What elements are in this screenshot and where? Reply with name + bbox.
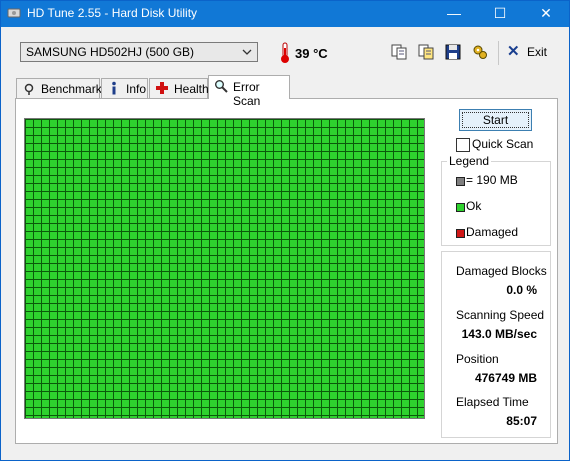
tab-health-label: Health [174,82,209,96]
damaged-blocks-label: Damaged Blocks [456,264,547,278]
legend-block-size: = 190 MB [466,173,518,187]
app-icon [7,8,21,18]
scanning-speed-value: 143.0 MB/sec [461,327,537,341]
stats-box [441,251,551,438]
health-icon [156,82,168,94]
tab-benchmark[interactable]: Benchmark [16,78,102,98]
scan-block-grid [24,118,425,419]
start-button[interactable]: Start [459,109,532,131]
elapsed-time-value: 85:07 [506,414,537,428]
maximize-button[interactable]: ☐ [477,1,523,27]
benchmark-icon [24,83,34,95]
legend-damaged-swatch [456,229,465,238]
scanning-speed-label: Scanning Speed [456,308,545,322]
minimize-button[interactable]: — [431,1,477,27]
copy-all-icon[interactable] [417,43,435,61]
legend-ok-label: Ok [466,199,482,213]
legend-ok-swatch [456,203,465,212]
tab-error-scan-label: Error Scan [233,80,261,108]
error-scan-icon [215,80,228,93]
options-icon[interactable] [471,43,489,61]
tab-benchmark-label: Benchmark [41,82,102,96]
position-label: Position [456,352,499,366]
thermometer-icon [281,42,289,63]
elapsed-time-label: Elapsed Time [456,395,529,409]
copy-icon[interactable] [390,43,408,61]
drive-select-value: SAMSUNG HD502HJ (500 GB) [26,45,195,59]
legend-damaged-label: Damaged [466,225,519,239]
window-title: HD Tune 2.55 - Hard Disk Utility [27,6,198,20]
close-button[interactable]: ✕ [523,1,569,27]
drive-select[interactable]: SAMSUNG HD502HJ (500 GB) [20,42,258,62]
exit-label: Exit [527,45,548,59]
save-icon[interactable] [444,43,462,61]
chevron-down-icon [242,49,252,55]
tab-health[interactable]: Health [149,78,209,98]
app-window: HD Tune 2.55 - Hard Disk Utility — ☐ ✕ S… [0,0,570,461]
legend-title: Legend [447,154,492,168]
legend-block-swatch [456,177,465,186]
tab-error-scan[interactable]: Error Scan [208,75,290,108]
toolbar: SAMSUNG HD502HJ (500 GB) 39 °C ✕ Exit [1,27,569,73]
tab-info-label: Info [126,82,147,96]
quick-scan-checkbox[interactable] [456,138,470,152]
damaged-blocks-value: 0.0 % [506,283,537,297]
tab-info[interactable]: Info [101,78,148,98]
position-value: 476749 MB [474,371,537,385]
temperature-value: 39 °C [295,46,328,61]
toolbar-separator [498,41,499,65]
exit-icon: ✕ [507,43,520,60]
quick-scan-label: Quick Scan [472,137,534,151]
info-icon [112,81,116,95]
title-bar: HD Tune 2.55 - Hard Disk Utility — ☐ ✕ [1,1,569,27]
